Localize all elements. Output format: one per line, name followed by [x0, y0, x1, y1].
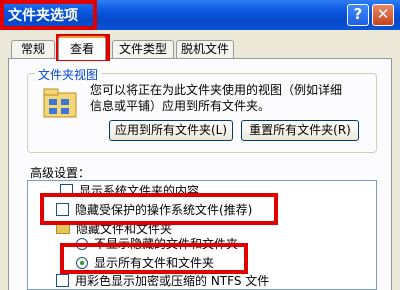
folder-views-title: 文件夹视图 — [35, 66, 102, 83]
folder-view-icon — [43, 88, 77, 118]
list-item-label: 隐藏文件和文件夹 — [76, 222, 173, 236]
list-item-label: 用彩色显示加密或压缩的 NTFS 文件 — [75, 274, 270, 288]
close-button[interactable]: ✕ — [372, 4, 394, 26]
window-title: 文件夹选项 — [8, 8, 78, 24]
help-button[interactable]: ? — [347, 4, 369, 26]
advanced-settings-label: 高级设置： — [30, 166, 91, 180]
radio-button-selected[interactable] — [76, 257, 88, 269]
tab-offline-files[interactable]: 脱机文件 — [176, 40, 234, 59]
checkbox[interactable] — [60, 184, 73, 197]
title-bar[interactable]: 文件夹选项 ? ✕ — [0, 0, 400, 30]
folder-icon — [56, 223, 70, 234]
description-line-2: 信息或平铺）应用到所有文件夹。 — [90, 99, 271, 113]
reset-all-folders-button[interactable]: 重置所有文件夹(R) — [241, 120, 359, 141]
folder-views-description: 您可以将正在为此文件夹使用的视图（例如详细 信息或平铺）应用到所有文件夹。 — [90, 82, 370, 114]
tab-strip: 常规 查看 文件类型 脱机文件 — [0, 30, 400, 60]
list-item[interactable]: 用彩色显示加密或压缩的 NTFS 文件 — [56, 273, 269, 289]
checkbox[interactable] — [56, 203, 69, 216]
apply-to-all-folders-button[interactable]: 应用到所有文件夹(L) — [109, 120, 233, 141]
list-item-label: 隐藏受保护的操作系统文件(推荐) — [75, 203, 253, 217]
tab-file-types[interactable]: 文件类型 — [112, 40, 174, 59]
list-item-label: 显示所有文件和文件夹 — [94, 256, 215, 270]
list-item[interactable]: 不显示隐藏的文件和文件夹 — [76, 236, 238, 252]
list-item[interactable]: 隐藏受保护的操作系统文件(推荐) — [56, 202, 252, 218]
description-line-1: 您可以将正在为此文件夹使用的视图（例如详细 — [90, 83, 343, 97]
tab-general[interactable]: 常规 — [11, 40, 55, 59]
radio-button[interactable] — [76, 238, 88, 250]
list-item-label: 显示系统文件夹的内容 — [79, 184, 200, 198]
advanced-settings-list[interactable]: 显示系统文件夹的内容 隐藏受保护的操作系统文件(推荐) 隐藏文件和文件夹 不显示… — [27, 180, 377, 290]
checkbox[interactable] — [56, 274, 69, 287]
list-item[interactable]: 隐藏文件和文件夹 — [56, 221, 172, 237]
list-item[interactable]: 显示所有文件和文件夹 — [76, 255, 214, 271]
tab-view[interactable]: 查看 — [58, 36, 106, 60]
list-item[interactable]: 显示系统文件夹的内容 — [60, 183, 199, 199]
list-item-label: 不显示隐藏的文件和文件夹 — [94, 237, 239, 251]
